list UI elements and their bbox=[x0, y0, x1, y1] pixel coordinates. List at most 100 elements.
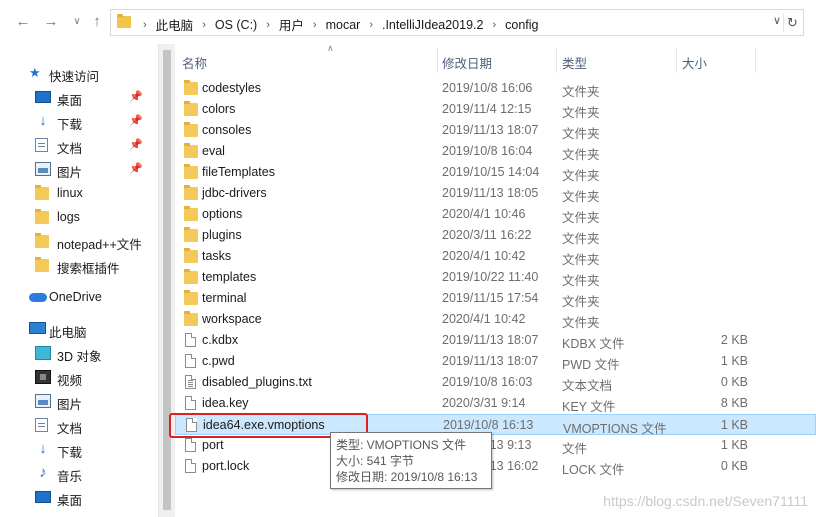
file-row[interactable]: eval 2019/10/8 16:04 文件夹 bbox=[175, 141, 816, 162]
folder-icon bbox=[184, 290, 198, 305]
file-row[interactable]: tasks 2020/4/1 10:42 文件夹 bbox=[175, 246, 816, 267]
file-date: 2019/10/8 16:13 bbox=[443, 418, 534, 432]
folder-icon bbox=[35, 209, 49, 224]
scrollbar-thumb[interactable] bbox=[163, 50, 171, 510]
address-toolbar: ← → ∨ ↑ › 此电脑 › OS (C:) › 用户 › mocar › .… bbox=[0, 0, 816, 44]
nav-item-downloads-pc[interactable]: ↓ 下载 bbox=[0, 438, 158, 460]
cloud-icon bbox=[29, 293, 47, 302]
refresh-icon[interactable]: ↻ bbox=[783, 13, 801, 32]
nav-item-logs[interactable]: logs bbox=[0, 206, 158, 228]
folder-icon bbox=[184, 185, 198, 200]
file-icon bbox=[185, 354, 196, 368]
text-file-icon bbox=[185, 375, 196, 389]
nav-item-label: 搜索框插件 bbox=[57, 262, 120, 276]
address-dropdown-chevron-icon[interactable]: ∨ bbox=[773, 14, 781, 27]
column-header-name[interactable]: 名称 bbox=[182, 48, 207, 73]
column-header-date[interactable]: 修改日期 bbox=[442, 48, 492, 73]
back-arrow-icon[interactable]: ← bbox=[14, 13, 32, 31]
breadcrumb-item[interactable]: mocar bbox=[323, 18, 364, 32]
file-type: KEY 文件 bbox=[562, 400, 616, 414]
nav-item-documents[interactable]: 文档 📌 bbox=[0, 134, 158, 156]
file-size: 2 KB bbox=[720, 333, 748, 347]
breadcrumb-separator-icon[interactable]: › bbox=[260, 19, 276, 31]
nav-item-documents-pc[interactable]: 文档 bbox=[0, 414, 158, 436]
file-row[interactable]: port2019/11/13 9:13文件1 KB bbox=[175, 435, 816, 456]
file-name: templates bbox=[202, 270, 257, 284]
nav-onedrive[interactable]: OneDrive bbox=[0, 286, 158, 308]
column-header-type[interactable]: 类型 bbox=[562, 48, 587, 73]
file-type: 文件夹 bbox=[562, 295, 600, 309]
nav-quick-access[interactable]: ★ 快速访问 bbox=[0, 62, 158, 85]
breadcrumb-separator-icon[interactable]: › bbox=[307, 19, 323, 31]
nav-item-notepad[interactable]: notepad++文件 bbox=[0, 230, 158, 252]
file-row[interactable]: c.kdbx 2019/11/13 18:07 KDBX 文件 2 KB bbox=[175, 330, 816, 351]
nav-item-videos[interactable]: 视频 bbox=[0, 366, 158, 388]
file-name: disabled_plugins.txt bbox=[202, 375, 312, 389]
folder-icon bbox=[184, 143, 198, 158]
file-row[interactable]: idea.key 2020/3/31 9:14 KEY 文件 8 KB bbox=[175, 393, 816, 414]
file-type: 文件夹 bbox=[562, 169, 600, 183]
breadcrumb-separator-icon[interactable]: › bbox=[363, 19, 379, 31]
breadcrumb-item[interactable]: config bbox=[502, 18, 541, 32]
nav-item-label: logs bbox=[57, 210, 80, 224]
file-date: 2019/11/15 17:54 bbox=[442, 291, 539, 305]
file-row[interactable]: colors 2019/11/4 12:15 文件夹 bbox=[175, 99, 816, 120]
breadcrumb-item[interactable]: .IntelliJIdea2019.2 bbox=[379, 18, 486, 32]
file-row[interactable]: options 2020/4/1 10:46 文件夹 bbox=[175, 204, 816, 225]
breadcrumb-item[interactable]: 此电脑 bbox=[153, 15, 197, 34]
nav-item-search-plugin[interactable]: 搜索框插件 bbox=[0, 254, 158, 276]
column-divider[interactable] bbox=[556, 48, 557, 73]
file-row[interactable]: terminal 2019/11/15 17:54 文件夹 bbox=[175, 288, 816, 309]
nav-item-downloads[interactable]: ↓ 下载 📌 bbox=[0, 110, 158, 132]
forward-arrow-icon[interactable]: → bbox=[42, 13, 60, 31]
3d-objects-icon bbox=[35, 346, 51, 360]
nav-item-desktop-pc[interactable]: 桌面 bbox=[0, 486, 158, 508]
address-bar[interactable]: › 此电脑 › OS (C:) › 用户 › mocar › .IntelliJ… bbox=[110, 9, 804, 36]
file-row[interactable]: plugins 2020/3/11 16:22 文件夹 bbox=[175, 225, 816, 246]
column-divider[interactable] bbox=[755, 48, 756, 73]
nav-item-label: 下载 bbox=[57, 446, 83, 460]
nav-item-pictures-pc[interactable]: 图片 bbox=[0, 390, 158, 412]
nav-scrollbar[interactable] bbox=[158, 44, 175, 517]
nav-item-3d-objects[interactable]: 3D 对象 bbox=[0, 342, 158, 364]
breadcrumb-separator-icon[interactable]: › bbox=[196, 19, 212, 31]
up-arrow-icon[interactable]: ↑ bbox=[88, 13, 106, 31]
document-icon bbox=[35, 418, 48, 432]
file-row[interactable]: fileTemplates 2019/10/15 14:04 文件夹 bbox=[175, 162, 816, 183]
file-row[interactable]: consoles 2019/11/13 18:07 文件夹 bbox=[175, 120, 816, 141]
nav-this-pc[interactable]: 此电脑 bbox=[0, 318, 158, 340]
file-type: 文件夹 bbox=[562, 85, 600, 99]
nav-item-pictures[interactable]: 图片 📌 bbox=[0, 158, 158, 180]
file-row[interactable]: port.lock2019/11/13 16:02LOCK 文件0 KB bbox=[175, 456, 816, 477]
file-name: c.kdbx bbox=[202, 333, 239, 347]
nav-item-linux[interactable]: linux bbox=[0, 182, 158, 204]
nav-item-label: 此电脑 bbox=[49, 326, 87, 340]
file-row[interactable]: codestyles 2019/10/8 16:06 文件夹 bbox=[175, 78, 816, 99]
recent-locations-chevron-icon[interactable]: ∨ bbox=[68, 13, 86, 31]
nav-item-music[interactable]: ♪ 音乐 bbox=[0, 462, 158, 484]
column-header-size[interactable]: 大小 bbox=[682, 48, 707, 73]
folder-icon bbox=[117, 14, 131, 28]
breadcrumb-item[interactable]: OS (C:) bbox=[212, 18, 260, 32]
nav-item-desktop[interactable]: 桌面 📌 bbox=[0, 86, 158, 108]
file-type: 文件夹 bbox=[562, 148, 600, 162]
file-row[interactable]: idea64.exe.vmoptions 2019/10/8 16:13 VMOPT… bbox=[169, 413, 816, 438]
pin-icon: 📌 bbox=[129, 139, 143, 151]
file-row[interactable]: workspace 2020/4/1 10:42 文件夹 bbox=[175, 309, 816, 330]
folder-icon bbox=[184, 122, 198, 137]
file-row[interactable]: c.pwd 2019/11/13 18:07 PWD 文件 1 KB bbox=[175, 351, 816, 372]
folder-icon bbox=[184, 80, 198, 95]
column-divider[interactable] bbox=[676, 48, 677, 73]
folder-icon bbox=[35, 185, 49, 200]
file-type: 文件夹 bbox=[562, 211, 600, 225]
file-name: fileTemplates bbox=[202, 165, 275, 179]
file-row[interactable]: templates 2019/10/22 11:40 文件夹 bbox=[175, 267, 816, 288]
file-row[interactable]: jdbc-drivers 2019/11/13 18:05 文件夹 bbox=[175, 183, 816, 204]
file-row[interactable]: disabled_plugins.txt 2019/10/8 16:03 文本文档 0… bbox=[175, 372, 816, 393]
column-divider[interactable] bbox=[437, 48, 438, 73]
file-size: 8 KB bbox=[720, 396, 748, 410]
file-date: 2019/10/8 16:04 bbox=[442, 144, 533, 158]
breadcrumb-item[interactable]: 用户 bbox=[276, 15, 307, 34]
breadcrumb-separator-icon[interactable]: › bbox=[486, 19, 502, 31]
music-icon: ♪ bbox=[39, 464, 47, 481]
